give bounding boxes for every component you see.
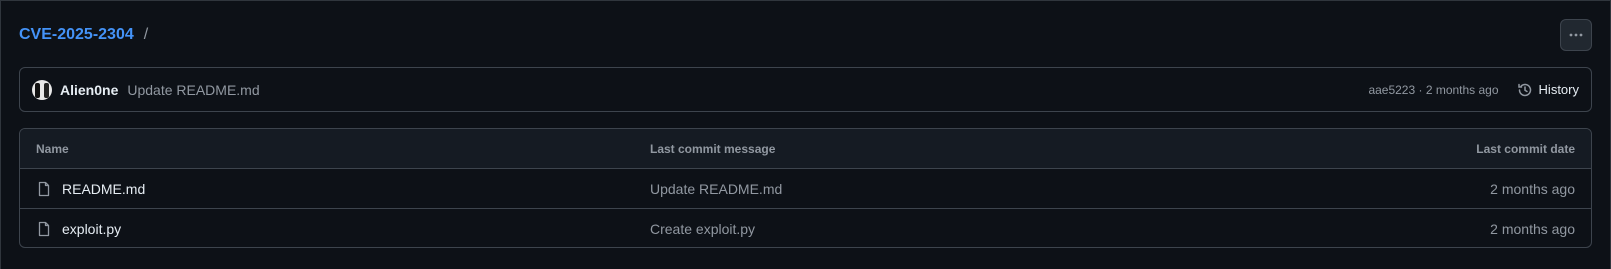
file-icon (36, 221, 52, 237)
more-options-button[interactable] (1560, 19, 1592, 51)
commit-message-link[interactable]: Update README.md (127, 82, 259, 98)
history-label: History (1538, 82, 1579, 97)
column-header-message: Last commit message (650, 141, 776, 156)
avatar[interactable] (32, 79, 52, 100)
repo-panel: CVE-2025-2304 / Alien0ne Update README.m… (0, 0, 1611, 269)
file-table: Name Last commit message Last commit dat… (19, 128, 1592, 248)
breadcrumb-separator: / (143, 26, 149, 43)
repo-name-link[interactable]: CVE-2025-2304 (19, 26, 134, 44)
breadcrumb: CVE-2025-2304 / (19, 19, 1592, 51)
file-icon (36, 181, 52, 197)
file-commit-message-link[interactable]: Create exploit.py (650, 221, 755, 237)
file-name-link[interactable]: README.md (62, 181, 145, 197)
column-header-name: Name (36, 141, 69, 156)
commit-sha-time[interactable]: aae5223 · 2 months ago (1368, 83, 1498, 97)
file-commit-date: 2 months ago (1490, 221, 1575, 237)
table-row: README.md Update README.md 2 months ago (20, 169, 1591, 209)
table-header: Name Last commit message Last commit dat… (20, 129, 1591, 169)
commit-author-link[interactable]: Alien0ne (60, 82, 118, 98)
file-commit-message-link[interactable]: Update README.md (650, 181, 782, 197)
column-header-date: Last commit date (1476, 141, 1575, 156)
latest-commit-bar: Alien0ne Update README.md aae5223 · 2 mo… (19, 67, 1592, 112)
kebab-horizontal-icon (1569, 33, 1583, 37)
history-button[interactable]: History (1517, 82, 1579, 98)
table-row: exploit.py Create exploit.py 2 months ag… (20, 209, 1591, 247)
history-icon (1517, 83, 1531, 96)
file-commit-date: 2 months ago (1490, 180, 1575, 197)
file-name-link[interactable]: exploit.py (62, 221, 121, 237)
